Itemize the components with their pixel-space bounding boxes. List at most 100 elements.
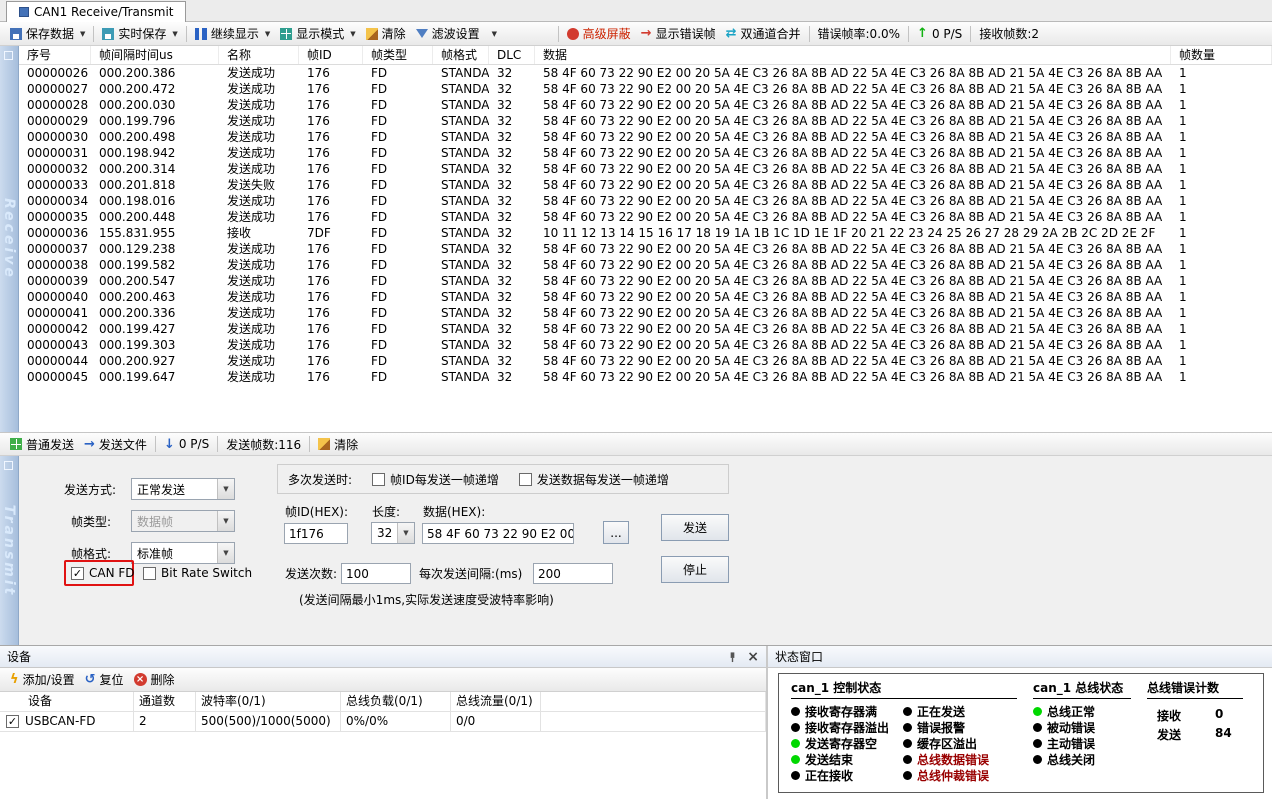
table-row[interactable]: 00000045 000.199.647 发送成功 176 FD STANDAR… <box>19 369 1272 385</box>
table-row[interactable]: 00000041 000.200.336 发送成功 176 FD STANDAR… <box>19 305 1272 321</box>
cell-frame-count: 1 <box>1171 369 1272 385</box>
status-label: 发送结束 <box>805 751 853 768</box>
col-header-data[interactable]: 数据 <box>535 46 1171 64</box>
status-dot <box>903 723 912 732</box>
table-row[interactable]: 00000034 000.198.016 发送成功 176 FD STANDAR… <box>19 193 1272 209</box>
save-data-button[interactable]: 保存数据 <box>5 23 90 44</box>
cell-index: 00000033 <box>19 177 91 193</box>
col-header-device[interactable]: 设备 <box>0 692 134 712</box>
col-header-dlc[interactable]: DLC <box>489 46 535 64</box>
transmit-clear-button[interactable]: 清除 <box>313 434 363 455</box>
cell-dlc: 32 <box>489 305 535 321</box>
col-header-interval[interactable]: 帧间隔时间us <box>91 46 219 64</box>
tab-can1-receive-transmit[interactable]: CAN1 Receive/Transmit <box>6 1 186 22</box>
table-row[interactable]: 00000031 000.198.942 发送成功 176 FD STANDAR… <box>19 145 1272 161</box>
table-row[interactable]: 00000040 000.200.463 发送成功 176 FD STANDAR… <box>19 289 1272 305</box>
advanced-mask-button[interactable]: 高级屏蔽 <box>562 23 636 44</box>
realtime-save-button[interactable]: 实时保存 <box>97 23 182 44</box>
col-header-channels[interactable]: 通道数 <box>134 692 196 712</box>
pin-icon[interactable] <box>727 651 738 663</box>
table-row[interactable]: 00000033 000.201.818 发送失败 176 FD STANDAR… <box>19 177 1272 193</box>
filter-settings-dropdown[interactable] <box>485 28 555 40</box>
col-header-index[interactable]: 序号 <box>19 46 91 64</box>
cell-data: 58 4F 60 73 22 90 E2 00 20 5A 4E C3 26 8… <box>535 81 1171 97</box>
col-header-frame-type[interactable]: 帧类型 <box>363 46 433 64</box>
col-header-bus-load[interactable]: 总线负载(0/1) <box>341 692 451 712</box>
receive-side-tab[interactable]: Receive <box>0 46 19 432</box>
col-header-frame-id[interactable]: 帧ID <box>299 46 363 64</box>
realtime-save-icon <box>102 28 114 40</box>
frame-format-select[interactable]: 标准帧 <box>131 542 235 564</box>
cell-data: 58 4F 60 73 22 90 E2 00 20 5A 4E C3 26 8… <box>535 193 1171 209</box>
status-dot <box>1033 707 1042 716</box>
cell-name: 发送成功 <box>219 257 299 273</box>
add-settings-button[interactable]: ϟ 添加/设置 <box>5 669 80 690</box>
frame-type-select[interactable]: 数据帧 <box>131 510 235 532</box>
cell-index: 00000031 <box>19 145 91 161</box>
more-data-button[interactable]: ... <box>603 521 629 544</box>
send-mode-select[interactable]: 正常发送 <box>131 478 235 500</box>
broom-icon <box>318 438 330 450</box>
stop-button[interactable]: 停止 <box>661 556 729 583</box>
table-row[interactable]: 00000035 000.200.448 发送成功 176 FD STANDAR… <box>19 209 1272 225</box>
cell-index: 00000032 <box>19 161 91 177</box>
col-header-bus-flow[interactable]: 总线流量(0/1) <box>451 692 541 712</box>
frame-type-label: 帧类型: <box>71 514 111 530</box>
status-panel-title: 状态窗口 <box>775 648 823 665</box>
cell-frame-format: STANDARD <box>433 257 489 273</box>
table-row[interactable]: 00000038 000.199.582 发送成功 176 FD STANDAR… <box>19 257 1272 273</box>
send-file-button[interactable]: → 发送文件 <box>79 434 152 455</box>
data-increment-checkbox[interactable]: 发送数据每发送一帧递增 <box>519 471 669 488</box>
device-table-row[interactable]: USBCAN-FD 2 500(500)/1000(5000) 0%/0% 0/… <box>0 712 766 732</box>
frame-id-input[interactable]: 1f176 <box>284 523 348 544</box>
normal-send-button[interactable]: 普通发送 <box>5 434 79 455</box>
table-row[interactable]: 00000026 000.200.386 发送成功 176 FD STANDAR… <box>19 65 1272 81</box>
transmit-side-tab[interactable]: Transmit <box>0 456 19 645</box>
table-row[interactable]: 00000044 000.200.927 发送成功 176 FD STANDAR… <box>19 353 1272 369</box>
clear-button[interactable]: 清除 <box>361 23 411 44</box>
table-row[interactable]: 00000037 000.129.238 发送成功 176 FD STANDAR… <box>19 241 1272 257</box>
table-row[interactable]: 00000030 000.200.498 发送成功 176 FD STANDAR… <box>19 129 1272 145</box>
continue-display-button[interactable]: 继续显示 <box>190 23 275 44</box>
table-row[interactable]: 00000028 000.200.030 发送成功 176 FD STANDAR… <box>19 97 1272 113</box>
col-header-name[interactable]: 名称 <box>219 46 299 64</box>
send-button[interactable]: 发送 <box>661 514 729 541</box>
table-row[interactable]: 00000032 000.200.314 发送成功 176 FD STANDAR… <box>19 161 1272 177</box>
toolbar-separator <box>93 26 94 42</box>
send-interval-input[interactable]: 200 <box>533 563 613 584</box>
table-row[interactable]: 00000027 000.200.472 发送成功 176 FD STANDAR… <box>19 81 1272 97</box>
cell-index: 00000035 <box>19 209 91 225</box>
filter-settings-button[interactable]: 滤波设置 <box>411 23 485 44</box>
device-checkbox[interactable] <box>6 715 19 728</box>
dual-channel-merge-button[interactable]: ⇄ 双通道合并 <box>721 23 806 44</box>
cell-frame-count: 1 <box>1171 129 1272 145</box>
table-row[interactable]: 00000042 000.199.427 发送成功 176 FD STANDAR… <box>19 321 1272 337</box>
reset-button[interactable]: ↺ 复位 <box>80 669 129 690</box>
send-times-input[interactable]: 100 <box>341 563 411 584</box>
cell-name: 发送成功 <box>219 145 299 161</box>
close-icon[interactable]: × <box>747 650 759 664</box>
delete-button[interactable]: × 删除 <box>129 669 180 690</box>
bit-rate-switch-checkbox[interactable]: Bit Rate Switch <box>143 566 252 580</box>
display-mode-button[interactable]: 显示模式 <box>275 23 360 44</box>
transmit-pps-status: ↓ 0 P/S <box>159 435 214 453</box>
table-row[interactable]: 00000029 000.199.796 发送成功 176 FD STANDAR… <box>19 113 1272 129</box>
table-row[interactable]: 00000043 000.199.303 发送成功 176 FD STANDAR… <box>19 337 1272 353</box>
length-select[interactable]: 32 <box>371 522 415 544</box>
cell-frame-format: STANDARD <box>433 241 489 257</box>
col-header-baud[interactable]: 波特率(0/1) <box>196 692 341 712</box>
ellipsis-icon: ... <box>610 526 621 540</box>
table-row[interactable]: 00000036 155.831.955 接收 7DF FD STANDARD … <box>19 225 1272 241</box>
cell-frame-count: 1 <box>1171 305 1272 321</box>
table-row[interactable]: 00000039 000.200.547 发送成功 176 FD STANDAR… <box>19 273 1272 289</box>
status-item: 错误报警 <box>903 719 1033 735</box>
cell-frame-id: 176 <box>299 113 363 129</box>
show-error-frames-button[interactable]: → 显示错误帧 <box>636 23 721 44</box>
id-increment-checkbox[interactable]: 帧ID每发送一帧递增 <box>372 471 499 488</box>
device-baud: 500(500)/1000(5000) <box>196 712 341 732</box>
col-header-frame-format[interactable]: 帧格式 <box>433 46 489 64</box>
can-fd-checkbox[interactable]: CAN FD <box>71 566 135 580</box>
cell-frame-type: FD <box>363 321 433 337</box>
col-header-frame-count[interactable]: 帧数量 <box>1171 46 1272 64</box>
data-input[interactable]: 58 4F 60 73 22 90 E2 00 2 <box>422 523 574 544</box>
